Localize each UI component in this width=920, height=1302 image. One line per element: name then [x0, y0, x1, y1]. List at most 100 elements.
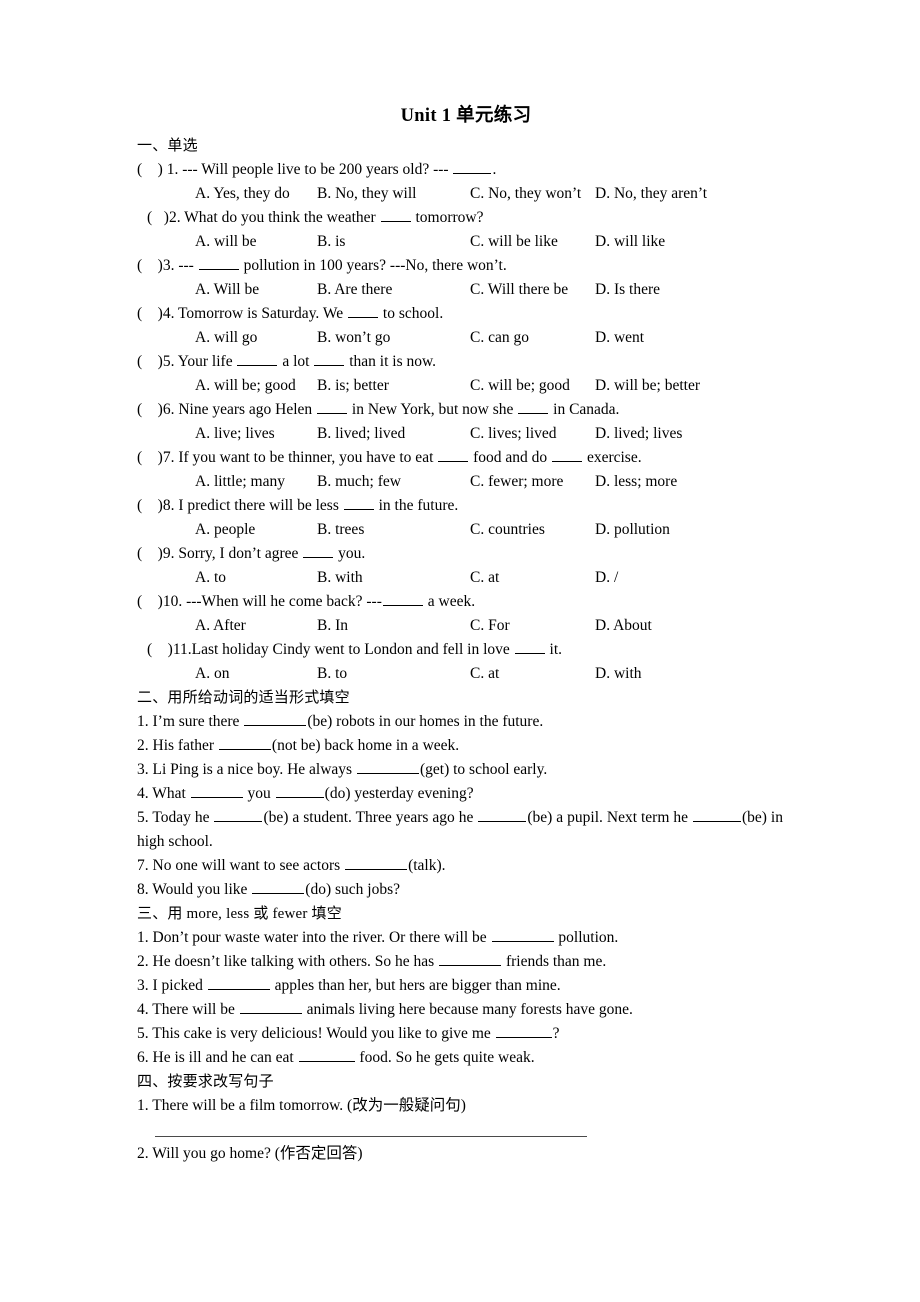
- answer-blank[interactable]: [303, 543, 334, 558]
- mcq-option-d[interactable]: D. lived; lives: [595, 422, 682, 446]
- mcq-option-c[interactable]: C. can go: [470, 326, 529, 350]
- mcq-option-d[interactable]: D. went: [595, 326, 644, 350]
- mcq-option-b[interactable]: B. No, they will: [317, 182, 416, 206]
- mcq-question-stem: ( )8. I predict there will be less in th…: [137, 494, 783, 518]
- answer-blank[interactable]: [317, 399, 348, 414]
- fill-in-item: 7. No one will want to see actors (talk)…: [137, 854, 783, 878]
- mcq-option-a[interactable]: A. After: [195, 614, 246, 638]
- answer-blank[interactable]: [491, 927, 554, 942]
- answer-blank[interactable]: [518, 399, 549, 414]
- section-three: 三、用 more, less 或 fewer 填空 1. Don’t pour …: [137, 902, 783, 1070]
- mcq-option-b[interactable]: B. is: [317, 230, 345, 254]
- answer-blank[interactable]: [298, 1047, 355, 1062]
- mcq-question-stem: ( )2. What do you think the weather tomo…: [137, 206, 783, 230]
- section-one-heading: 一、单选: [137, 138, 198, 154]
- mcq-option-row: A. will be B. is C. will be like D. will li…: [137, 230, 783, 254]
- fill-in-item: 3. I picked apples than her, but hers ar…: [137, 974, 783, 998]
- mcq-option-b[interactable]: B. is; better: [317, 374, 389, 398]
- answer-blank[interactable]: [237, 351, 278, 366]
- mcq-option-b[interactable]: B. In: [317, 614, 348, 638]
- mcq-option-c[interactable]: C. No, they won’t: [470, 182, 581, 206]
- mcq-option-a[interactable]: A. little; many: [195, 470, 285, 494]
- mcq-option-row: A. will be; good B. is; better C. will be;…: [137, 374, 783, 398]
- answer-blank[interactable]: [356, 759, 419, 774]
- mcq-option-c[interactable]: C. lives; lived: [470, 422, 557, 446]
- mcq-question-stem: ( )5. Your life a lot than it is now.: [137, 350, 783, 374]
- fill-in-item: 5. This cake is very delicious! Would yo…: [137, 1022, 783, 1046]
- mcq-option-d[interactable]: D. pollution: [595, 518, 670, 542]
- mcq-question-stem: ( )6. Nine years ago Helen in New York, …: [137, 398, 783, 422]
- answer-blank[interactable]: [552, 447, 583, 462]
- mcq-option-c[interactable]: C. Will there be: [470, 278, 568, 302]
- answer-blank[interactable]: [207, 975, 270, 990]
- mcq-option-d[interactable]: D. /: [595, 566, 618, 590]
- fill-in-item: 1. Don’t pour waste water into the river…: [137, 926, 783, 950]
- mcq-option-a[interactable]: A. will be: [195, 230, 257, 254]
- mcq-option-d[interactable]: D. No, they aren’t: [595, 182, 707, 206]
- mcq-option-c[interactable]: C. fewer; more: [470, 470, 563, 494]
- fill-in-item: 6. He is ill and he can eat food. So he …: [137, 1046, 783, 1070]
- mcq-option-b[interactable]: B. Are there: [317, 278, 392, 302]
- mcq-option-d[interactable]: D. will be; better: [595, 374, 700, 398]
- answer-blank[interactable]: [348, 303, 379, 318]
- mcq-option-c[interactable]: C. will be like: [470, 230, 558, 254]
- mcq-option-b[interactable]: B. much; few: [317, 470, 401, 494]
- answer-blank[interactable]: [198, 255, 239, 270]
- answer-blank[interactable]: [382, 591, 423, 606]
- mcq-option-a[interactable]: A. will be; good: [195, 374, 296, 398]
- mcq-option-d[interactable]: D. less; more: [595, 470, 677, 494]
- answer-line[interactable]: [137, 1118, 783, 1142]
- answer-blank[interactable]: [214, 807, 263, 822]
- answer-blank[interactable]: [345, 855, 408, 870]
- fill-in-item: 2. He doesn’t like talking with others. …: [137, 950, 783, 974]
- mcq-option-a[interactable]: A. to: [195, 566, 226, 590]
- mcq-option-c[interactable]: C. at: [470, 566, 499, 590]
- mcq-option-row: A. Will be B. Are there C. Will there be D.…: [137, 278, 783, 302]
- section-two-items: 1. I’m sure there (be) robots in our hom…: [137, 710, 783, 902]
- mcq-option-b[interactable]: B. won’t go: [317, 326, 390, 350]
- mcq-option-b[interactable]: B. with: [317, 566, 363, 590]
- mcq-option-d[interactable]: D. About: [595, 614, 652, 638]
- mcq-option-a[interactable]: A. will go: [195, 326, 257, 350]
- mcq-question-stem: ( )4. Tomorrow is Saturday. We to school…: [137, 302, 783, 326]
- mcq-question-stem: ( ) 1. --- Will people live to be 200 ye…: [137, 158, 783, 182]
- answer-blank[interactable]: [514, 639, 545, 654]
- mcq-option-b[interactable]: B. lived; lived: [317, 422, 405, 446]
- answer-blank[interactable]: [478, 807, 527, 822]
- answer-blank[interactable]: [439, 951, 502, 966]
- mcq-option-d[interactable]: D. will like: [595, 230, 665, 254]
- answer-blank[interactable]: [314, 351, 345, 366]
- mcq-option-b[interactable]: B. trees: [317, 518, 364, 542]
- mcq-option-row: A. Yes, they do B. No, they will C. No, th…: [137, 182, 783, 206]
- mcq-option-c[interactable]: C. For: [470, 614, 510, 638]
- mcq-option-a[interactable]: A. live; lives: [195, 422, 275, 446]
- mcq-option-a[interactable]: A. Yes, they do: [195, 182, 290, 206]
- answer-blank[interactable]: [343, 495, 374, 510]
- answer-line-rule: [155, 1136, 587, 1137]
- answer-blank[interactable]: [438, 447, 469, 462]
- answer-blank[interactable]: [380, 207, 411, 222]
- mcq-option-a[interactable]: A. Will be: [195, 278, 259, 302]
- answer-blank[interactable]: [453, 159, 492, 174]
- mcq-option-c[interactable]: C. will be; good: [470, 374, 570, 398]
- mcq-option-b[interactable]: B. to: [317, 662, 347, 686]
- answer-blank[interactable]: [244, 711, 307, 726]
- mcq-option-c[interactable]: C. countries: [470, 518, 545, 542]
- rewrite-item: 2. Will you go home? (作否定回答): [137, 1145, 363, 1162]
- answer-blank[interactable]: [239, 999, 302, 1014]
- mcq-option-d[interactable]: D. with: [595, 662, 642, 686]
- answer-blank[interactable]: [275, 783, 324, 798]
- rewrite-item: 1. There will be a film tomorrow. (改为一般疑…: [137, 1097, 466, 1114]
- mcq-option-c[interactable]: C. at: [470, 662, 499, 686]
- answer-blank[interactable]: [495, 1023, 552, 1038]
- mcq-option-a[interactable]: A. on: [195, 662, 229, 686]
- answer-blank[interactable]: [252, 879, 305, 894]
- answer-blank[interactable]: [190, 783, 243, 798]
- answer-blank[interactable]: [218, 735, 271, 750]
- mcq-option-row: A. After B. In C. For D. About: [137, 614, 783, 638]
- mcq-option-row: A. live; lives B. lived; lived C. lives; l…: [137, 422, 783, 446]
- section-one-questions: ( ) 1. --- Will people live to be 200 ye…: [137, 158, 783, 686]
- answer-blank[interactable]: [693, 807, 741, 822]
- mcq-option-a[interactable]: A. people: [195, 518, 255, 542]
- mcq-option-d[interactable]: D. Is there: [595, 278, 660, 302]
